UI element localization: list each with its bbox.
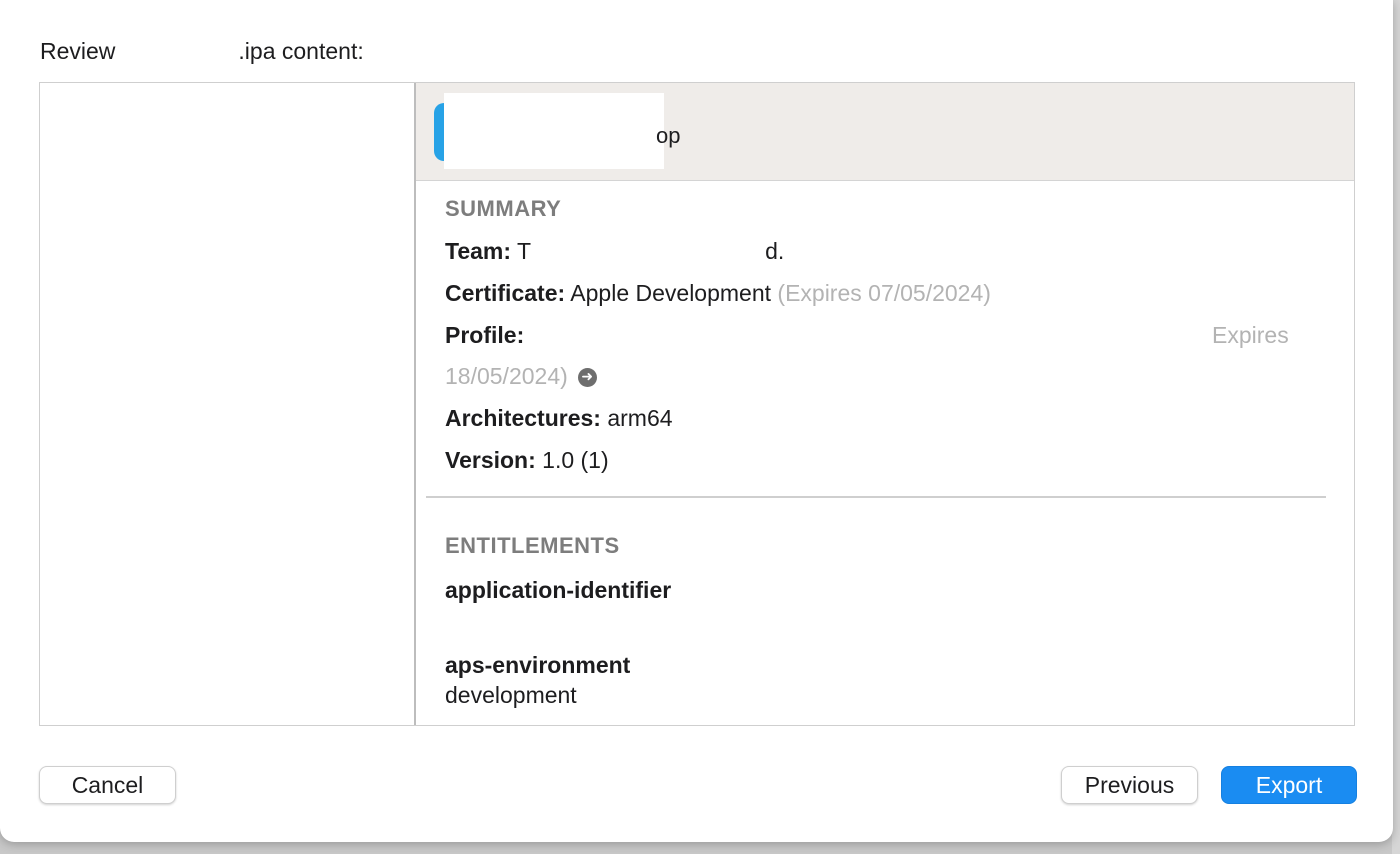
version-label: Version: xyxy=(445,447,536,473)
architectures-value: arm64 xyxy=(607,405,673,431)
certificate-value: Apple Development xyxy=(570,280,772,306)
title-prefix: Review xyxy=(40,38,116,64)
previous-button[interactable]: Previous xyxy=(1061,766,1198,804)
section-divider xyxy=(426,496,1326,498)
arrow-right-circle-icon[interactable]: ➜ xyxy=(577,368,597,387)
team-label: Team: xyxy=(445,238,512,264)
profile-expiry-end: 18/05/2024) xyxy=(445,363,568,389)
version-value: 1.0 (1) xyxy=(542,447,609,473)
background-window-edge xyxy=(1392,0,1400,854)
entitlement-value: development xyxy=(445,682,577,708)
architectures-label: Architectures: xyxy=(445,405,601,431)
app-name: op xyxy=(656,123,681,148)
version-row: Version: 1.0 (1) xyxy=(445,447,609,474)
team-value-end: d. xyxy=(765,238,785,264)
certificate-row: Certificate: Apple Development (Expires … xyxy=(445,280,991,307)
export-button[interactable]: Export xyxy=(1221,766,1357,804)
content-panel: op SUMMARY Team: Td. Certificate: Apple … xyxy=(39,82,1355,726)
detail-pane: op SUMMARY Team: Td. Certificate: Apple … xyxy=(416,83,1354,725)
architectures-row: Architectures: arm64 xyxy=(445,405,673,432)
summary-heading: SUMMARY xyxy=(445,196,562,221)
sidebar-item-app[interactable] xyxy=(58,97,348,119)
certificate-label: Certificate: xyxy=(445,280,566,306)
team-row: Team: Td. xyxy=(445,238,784,265)
sidebar xyxy=(40,83,416,725)
entitlement-key: aps-environment xyxy=(445,652,631,678)
team-value-start: T xyxy=(517,238,532,264)
cancel-button[interactable]: Cancel xyxy=(39,766,176,804)
redaction-block xyxy=(444,93,664,169)
profile-row: Profile: xyxy=(445,322,524,349)
entitlements-heading: ENTITLEMENTS xyxy=(445,533,620,558)
profile-label: Profile: xyxy=(445,322,525,348)
export-sheet: Review .ipa content: op SUMMARY Team: Td.… xyxy=(0,0,1393,842)
entitlement-key: application-identifier xyxy=(445,577,672,603)
certificate-expiry: (Expires 07/05/2024) xyxy=(777,280,991,306)
title-suffix: .ipa content: xyxy=(238,38,364,64)
profile-row-continued: 18/05/2024) ➜ xyxy=(445,363,597,390)
profile-expiry-start: Expires xyxy=(1212,322,1289,348)
app-header: op xyxy=(416,83,1354,181)
dialog-title: Review .ipa content: xyxy=(40,38,364,65)
